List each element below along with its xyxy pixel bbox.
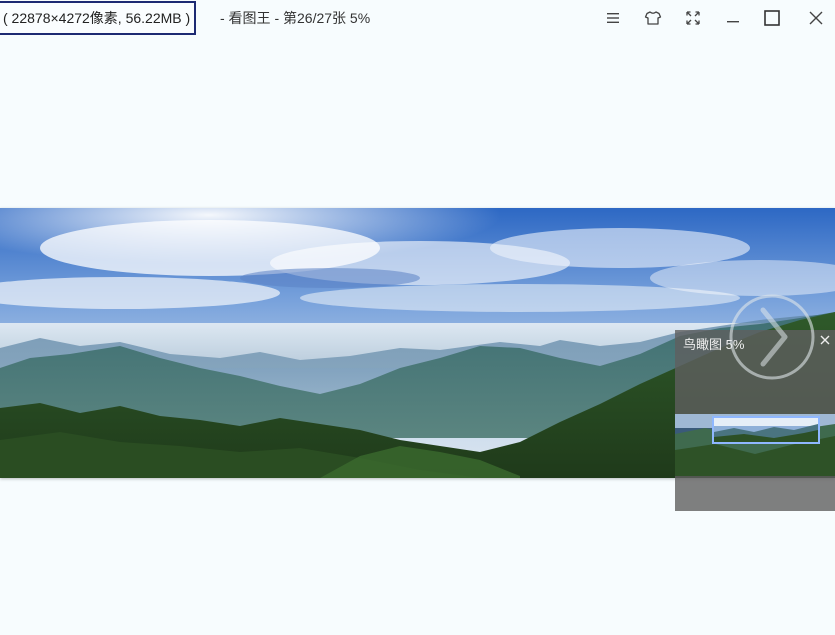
close-icon bbox=[820, 335, 830, 345]
maximize-icon bbox=[764, 10, 780, 26]
navigator-viewport-preview bbox=[714, 418, 818, 442]
rotate-dial-icon[interactable] bbox=[727, 292, 817, 382]
fullscreen-button[interactable] bbox=[681, 6, 705, 30]
skin-shirt-icon bbox=[644, 11, 662, 25]
minimize-button[interactable] bbox=[721, 6, 745, 30]
menu-button[interactable] bbox=[601, 6, 625, 30]
skin-button[interactable] bbox=[641, 6, 665, 30]
close-icon bbox=[809, 11, 823, 25]
menu-icon bbox=[607, 13, 619, 23]
file-info-label: ( 22878×4272像素, 56.22MB ) bbox=[0, 1, 197, 35]
fullscreen-icon bbox=[686, 11, 700, 25]
maximize-button[interactable] bbox=[760, 6, 784, 30]
navigator-viewport-box[interactable] bbox=[712, 416, 820, 444]
minimize-icon bbox=[727, 21, 739, 23]
window-title: - 看图王 - 第26/27张 5% bbox=[220, 10, 371, 26]
title-bar: ( 22878×4272像素, 56.22MB ) - 看图王 - 第26/27… bbox=[0, 0, 835, 36]
navigator-close-button[interactable] bbox=[818, 333, 832, 347]
close-button[interactable] bbox=[804, 6, 828, 30]
